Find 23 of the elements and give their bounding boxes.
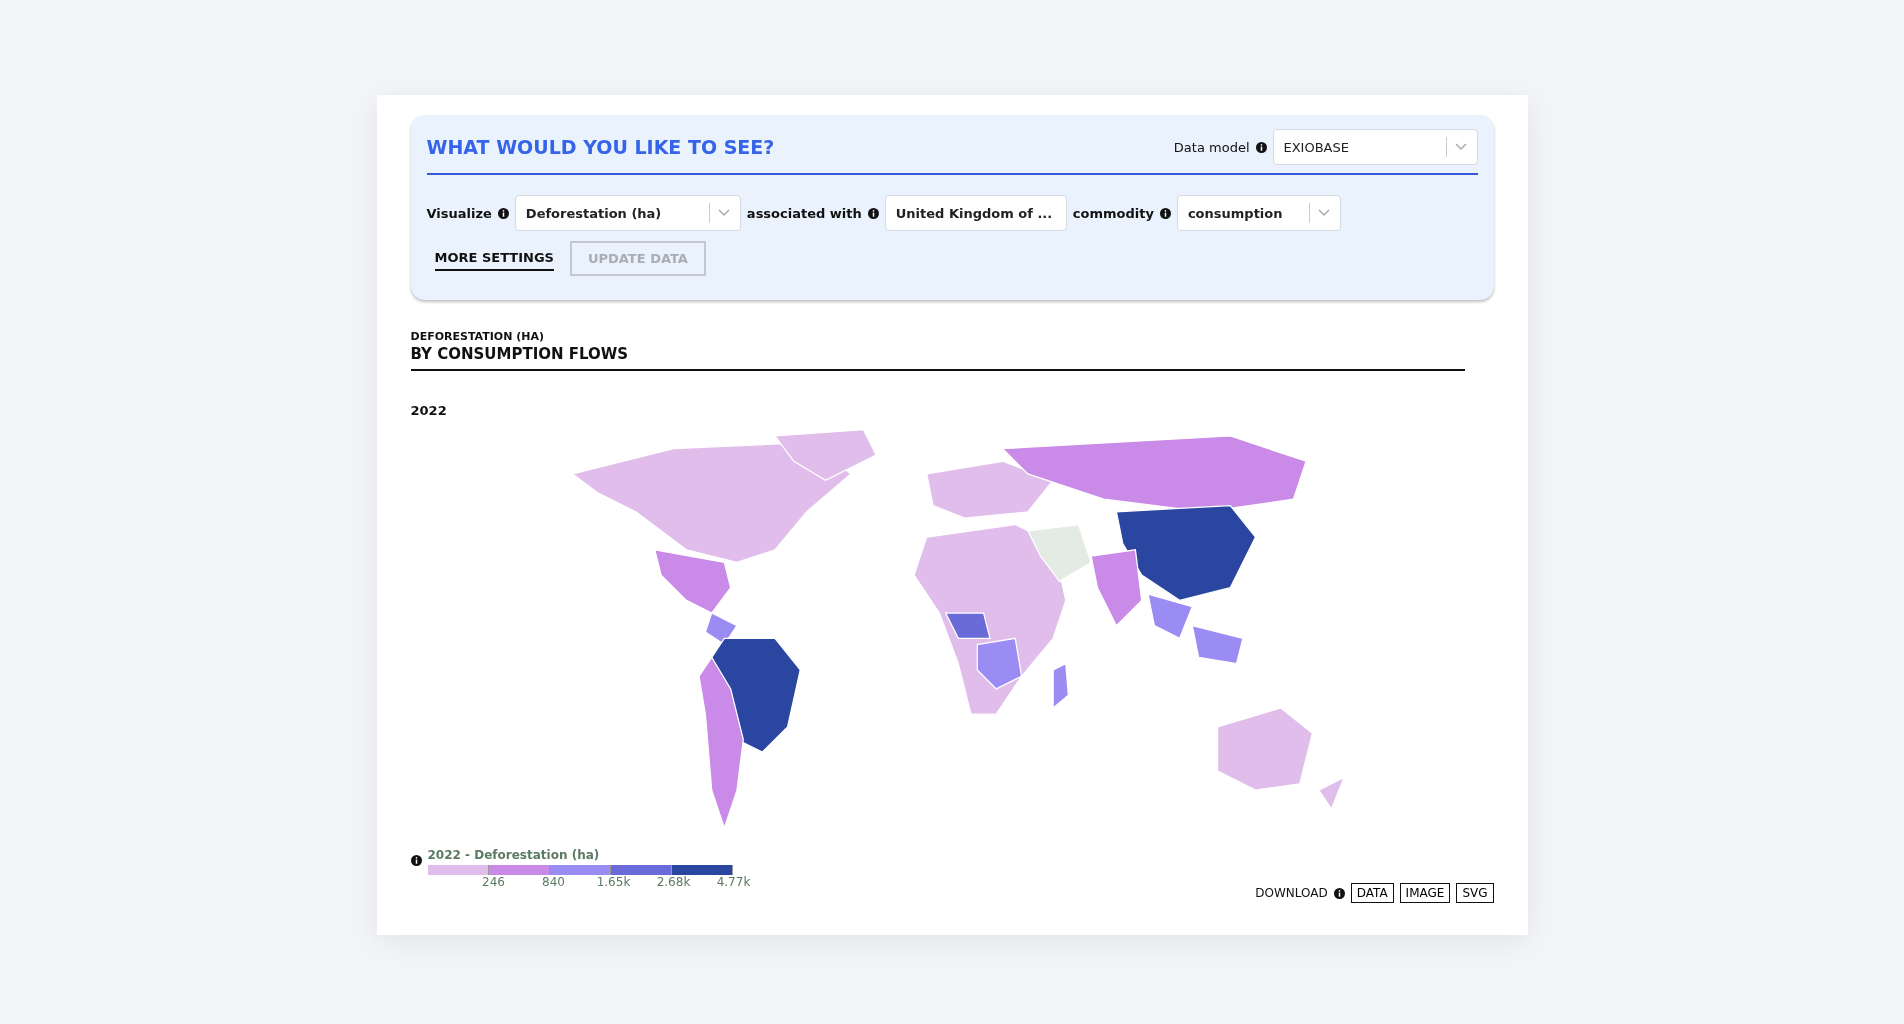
panel-title: WHAT WOULD YOU LIKE TO SEE?	[426, 136, 775, 158]
chart-title: BY CONSUMPTION FLOWS	[410, 345, 630, 363]
filter-select[interactable]: consumption	[1176, 195, 1341, 231]
legend-title: 2022 - Deforestation (ha)	[427, 848, 601, 862]
year-label: 2022	[410, 403, 448, 418]
legend-tick: 840	[541, 875, 566, 889]
field-label: associated with	[746, 205, 862, 221]
download-label: DOWNLOAD	[1255, 886, 1328, 900]
field-label: commodity	[1072, 205, 1154, 221]
legend-tick: 4.77k	[715, 875, 752, 889]
filter-select[interactable]: United Kingdom of ...	[884, 195, 1067, 231]
field-label: Data model	[1173, 139, 1250, 155]
legend-tick: 246	[481, 875, 506, 889]
chart-subtitle: DEFORESTATION (HA)	[410, 330, 545, 343]
filter-select[interactable]: Deforestation (ha)	[514, 195, 741, 231]
download-button[interactable]: DATA	[1350, 883, 1394, 903]
download-button[interactable]: SVG	[1456, 883, 1494, 903]
data-model-select[interactable]: EXIOBASE	[1272, 129, 1478, 165]
download-button[interactable]: IMAGE	[1399, 883, 1451, 903]
field-label: Visualize	[426, 205, 492, 221]
settings-tab[interactable]: MORE SETTINGS	[434, 246, 554, 271]
legend-tick: 2.68k	[655, 875, 692, 889]
legend-tick: 1.65k	[595, 875, 632, 889]
